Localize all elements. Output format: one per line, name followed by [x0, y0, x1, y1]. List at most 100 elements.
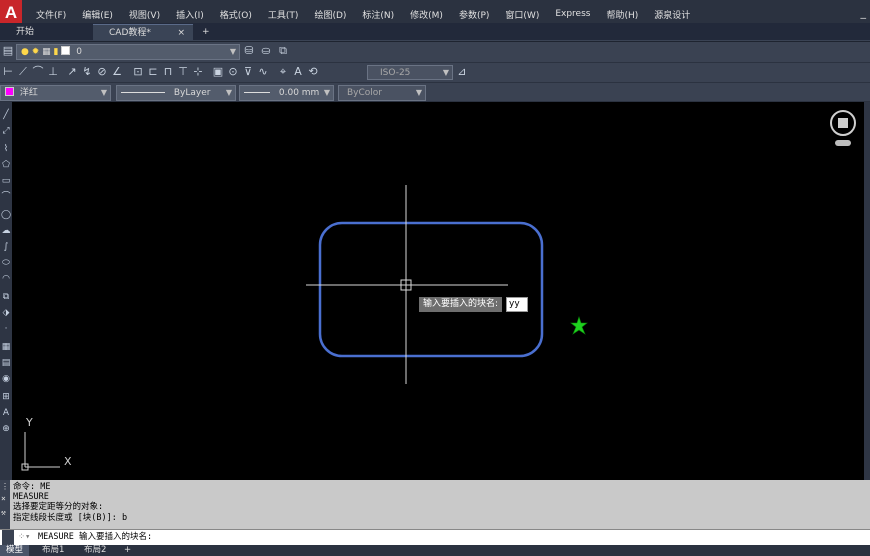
inspection-icon[interactable]: ⊽ — [242, 66, 254, 78]
menu-modify[interactable]: 修改(M) — [402, 8, 451, 21]
point-icon[interactable]: · — [1, 324, 11, 334]
circle-icon[interactable]: ◯ — [1, 210, 11, 220]
new-tab-button[interactable]: + — [198, 24, 214, 41]
tab-layout2[interactable]: 布局2 — [78, 545, 112, 556]
menu-view[interactable]: 视图(V) — [121, 8, 168, 21]
menu-express[interactable]: Express — [547, 9, 598, 19]
table-icon[interactable]: ⊞ — [1, 392, 11, 402]
construction-line-icon[interactable]: ⤢ — [1, 126, 11, 136]
linetype-dropdown[interactable]: ByLayer ▼ — [116, 85, 236, 101]
ellipse-icon[interactable]: ⬭ — [1, 258, 11, 268]
ordinate-dimension-icon[interactable]: ⊥ — [47, 66, 59, 78]
menu-yuanquan[interactable]: 源泉设计 — [646, 8, 698, 21]
dimension-text-edit-icon[interactable]: A — [292, 66, 304, 78]
polygon-icon[interactable]: ⬠ — [1, 160, 11, 170]
diameter-dimension-icon[interactable]: ⊘ — [96, 66, 108, 78]
linear-dimension-icon[interactable]: ⊢ — [2, 66, 14, 78]
angular-dimension-icon[interactable]: ∠ — [111, 66, 123, 78]
close-icon[interactable]: × — [1, 494, 6, 503]
dynamic-input-prompt: 输入要插入的块名: — [419, 297, 503, 312]
command-recent-icon[interactable]: ⁘▾ — [18, 530, 30, 545]
quick-dimension-icon[interactable]: ⊡ — [132, 66, 144, 78]
color-value: 洋红 — [19, 88, 38, 98]
add-layout-button[interactable]: + — [118, 545, 137, 556]
color-dropdown[interactable]: 洋红 ▼ — [0, 85, 111, 101]
layer-match-icon[interactable]: ⛀ — [260, 45, 272, 57]
tab-model[interactable]: 模型 — [0, 545, 30, 556]
baseline-dimension-icon[interactable]: ⊏ — [147, 66, 159, 78]
arc-length-icon[interactable]: ⌒ — [32, 66, 44, 78]
history-line: 命令: ME — [13, 482, 51, 492]
command-line[interactable]: ⁘▾ MEASURE 输入要插入的块名: — [0, 529, 870, 545]
freeze-viewport-icon: ▦ — [42, 47, 51, 57]
menu-file[interactable]: 文件(F) — [28, 8, 74, 21]
chevron-down-icon: ▼ — [225, 88, 232, 97]
menu-format[interactable]: 格式(O) — [212, 8, 260, 21]
dimension-space-icon[interactable]: ⊤ — [177, 66, 189, 78]
tab-layout1[interactable]: 布局1 — [36, 545, 70, 556]
polyline-icon[interactable]: ⌇ — [1, 144, 11, 154]
right-scroll-edge[interactable] — [864, 102, 870, 480]
lineweight-preview — [244, 92, 270, 93]
insert-block-icon[interactable]: ⧉ — [1, 292, 11, 302]
menu-insert[interactable]: 插入(I) — [168, 8, 212, 21]
dimension-break-icon[interactable]: ⊹ — [192, 66, 204, 78]
history-line: 选择要定距等分的对象: — [13, 502, 104, 513]
menu-window[interactable]: 窗口(W) — [497, 8, 547, 21]
layout-tab-bar: 模型 布局1 布局2 + — [0, 545, 870, 556]
rectangle-icon[interactable]: ▭ — [1, 176, 11, 186]
draw-toolbar: ╱ ⤢ ⌇ ⬠ ▭ ⌒ ◯ ☁ ∫ ⬭ ◠ ⧉ ⬗ · ▦ ▤ ◉ ⊞ A ⊕ — [0, 102, 12, 480]
region-icon[interactable]: ◉ — [1, 374, 11, 384]
file-tab-bar: 开始 CAD教程* × + — [0, 23, 870, 41]
drawing-canvas[interactable]: Y X 输入要插入的块名: yy — [12, 102, 864, 480]
menu-parametric[interactable]: 参数(P) — [451, 8, 497, 21]
command-window-handle[interactable]: ⋮ × ⚒ — [0, 480, 10, 529]
make-current-layer-icon[interactable]: ⛁ — [243, 45, 255, 57]
add-selected-icon[interactable]: ⊕ — [1, 424, 11, 434]
menu-help[interactable]: 帮助(H) — [598, 8, 646, 21]
make-block-icon[interactable]: ⬗ — [1, 308, 11, 318]
layer-dropdown[interactable]: ● ✹ ▦ ▮ 0 ▼ — [16, 44, 240, 60]
center-mark-icon[interactable]: ⊙ — [227, 66, 239, 78]
radius-dimension-icon[interactable]: ↗ — [66, 66, 78, 78]
linetype-preview — [121, 92, 165, 93]
plotstyle-dropdown[interactable]: ByColor ▼ — [338, 85, 426, 101]
menu-draw[interactable]: 绘图(D) — [306, 8, 354, 21]
arc-icon[interactable]: ⌒ — [1, 192, 11, 202]
dimension-update-icon[interactable]: ⟲ — [307, 66, 319, 78]
command-history: ⋮ × ⚒ 命令: ME MEASURE 选择要定距等分的对象: 指定线段长度或… — [0, 480, 870, 529]
chevron-down-icon: ▼ — [323, 88, 330, 97]
gradient-icon[interactable]: ▤ — [1, 358, 11, 368]
tolerance-icon[interactable]: ▣ — [212, 66, 224, 78]
ellipse-arc-icon[interactable]: ◠ — [1, 274, 11, 284]
menu-edit[interactable]: 编辑(E) — [74, 8, 121, 21]
close-tab-button[interactable]: × — [177, 25, 185, 42]
spline-icon[interactable]: ∫ — [1, 242, 11, 252]
jogged-dimension-icon[interactable]: ↯ — [81, 66, 93, 78]
wrench-icon[interactable]: ⚒ — [1, 508, 6, 517]
minimize-button[interactable]: _ — [861, 6, 867, 19]
dimstyle-dropdown[interactable]: ISO-25 ▼ — [367, 65, 453, 80]
grip-icon[interactable]: ⋮ — [1, 482, 9, 491]
tab-start[interactable]: 开始 — [0, 24, 90, 41]
jogged-linear-icon[interactable]: ∿ — [257, 66, 269, 78]
line-icon[interactable]: ╱ — [1, 110, 11, 120]
multiline-text-icon[interactable]: A — [1, 408, 11, 418]
revision-cloud-icon[interactable]: ☁ — [1, 226, 11, 236]
layer-manager-icon[interactable]: ▤ — [2, 45, 14, 57]
lineweight-dropdown[interactable]: 0.00 mm ▼ — [239, 85, 334, 101]
layer-previous-icon[interactable]: ⧉ — [277, 45, 289, 57]
ucs-y-label: Y — [26, 416, 33, 429]
tab-cad-document[interactable]: CAD教程* × — [93, 24, 193, 41]
properties-toolbar: 洋红 ▼ ByLayer ▼ 0.00 mm ▼ ByColor ▼ — [0, 83, 870, 102]
menu-dimension[interactable]: 标注(N) — [354, 8, 402, 21]
dynamic-input-field[interactable]: yy — [506, 297, 529, 312]
linetype-value: ByLayer — [173, 88, 211, 98]
dimension-edit-icon[interactable]: ⌖ — [277, 66, 289, 78]
aligned-dimension-icon[interactable]: ⟋ — [17, 66, 29, 78]
menu-tools[interactable]: 工具(T) — [260, 8, 307, 21]
continue-dimension-icon[interactable]: ⊓ — [162, 66, 174, 78]
lineweight-value: 0.00 mm — [278, 88, 320, 98]
hatch-icon[interactable]: ▦ — [1, 342, 11, 352]
dimension-style-icon[interactable]: ⊿ — [456, 66, 468, 78]
